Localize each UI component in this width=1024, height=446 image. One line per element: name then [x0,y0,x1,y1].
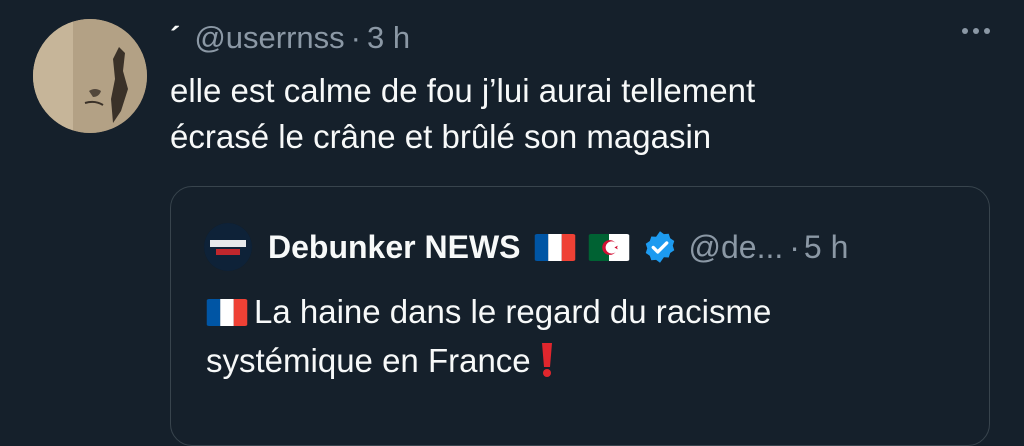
quoted-user-handle[interactable]: @de... [688,229,783,266]
tweet-text: elle est calme de fou j’lui aurai tellem… [170,68,970,160]
display-name[interactable]: ´ [170,20,180,56]
tweet-text-line: elle est calme de fou j’lui aurai tellem… [170,72,756,109]
france-flag-icon [534,233,576,261]
quoted-tweet[interactable]: Debunker NEWS @de... · 5 h La haine dans… [170,186,990,446]
verified-badge-icon [642,229,678,265]
timestamp[interactable]: 3 h [367,20,410,56]
ellipsis-icon[interactable] [962,28,990,34]
quoted-user-avatar[interactable] [204,223,252,271]
quoted-text-line: systémique en France [206,336,966,385]
tweet-header: ´ @userrnss · 3 h [170,16,410,60]
quoted-tweet-header: Debunker NEWS @de... · 5 h [268,225,848,269]
separator-dot: · [789,228,800,265]
quoted-text-line: La haine dans le regard du racisme [206,287,966,336]
quoted-timestamp[interactable]: 5 h [804,229,848,266]
quoted-tweet-text: La haine dans le regard du racisme systé… [206,287,966,385]
algeria-flag-icon [588,233,630,261]
france-flag-icon [206,299,248,326]
tweet[interactable]: ´ @userrnss · 3 h elle est calme de fou … [0,0,1024,446]
quoted-text-content: La haine dans le regard du racisme [254,293,772,330]
user-avatar[interactable] [33,19,147,133]
avatar-image [33,19,147,133]
user-handle[interactable]: @userrnss [194,20,344,56]
red-exclamation-icon [539,342,555,378]
quoted-display-name[interactable]: Debunker NEWS [268,229,520,266]
debunker-logo-icon [204,223,252,271]
quoted-text-content: systémique en France [206,342,531,379]
separator-dot: · [350,20,361,55]
tweet-text-line: écrasé le crâne et brûlé son magasin [170,118,712,155]
